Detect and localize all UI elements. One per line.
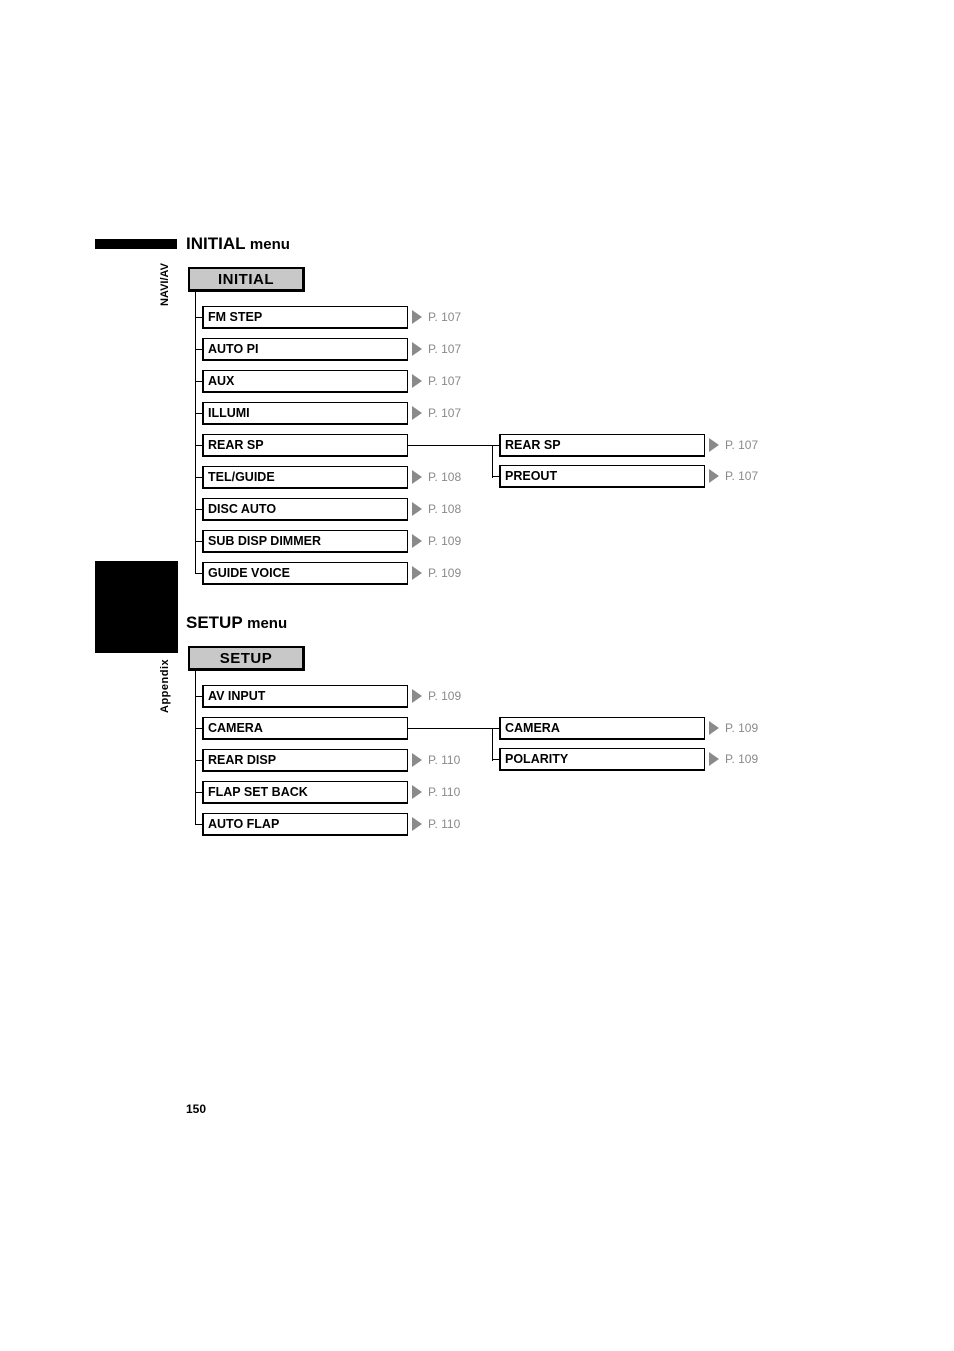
setup-item-box: CAMERA <box>202 717 408 740</box>
setup-submenu-item-box: POLARITY <box>499 748 705 771</box>
setup-page-ref: P. 109 <box>412 689 461 703</box>
initial-page-ref: P. 108 <box>412 470 461 484</box>
page-ref-text: P. 107 <box>428 310 462 324</box>
setup-page-ref: P. 110 <box>412 817 460 831</box>
page-ref-text: P. 109 <box>428 566 462 580</box>
setup-page-ref: P. 110 <box>412 753 460 767</box>
right-triangle-icon <box>412 817 422 831</box>
initial-tree-trunk <box>195 292 196 574</box>
initial-submenu-page-ref: P. 107 <box>709 438 758 452</box>
initial-page-ref: P. 109 <box>412 566 461 580</box>
right-triangle-icon <box>412 406 422 420</box>
appendix-tab-block <box>95 561 178 653</box>
initial-page-ref: P. 109 <box>412 534 461 548</box>
right-triangle-icon <box>709 438 719 452</box>
side-tab-navi-av: NAVI/AV <box>159 263 171 306</box>
page-ref-text: P. 107 <box>428 374 462 388</box>
initial-page-ref: P. 107 <box>412 374 461 388</box>
right-triangle-icon <box>412 470 422 484</box>
initial-item-box: ILLUMI <box>202 402 408 425</box>
right-triangle-icon <box>412 689 422 703</box>
page-ref-text: P. 107 <box>725 469 759 483</box>
initial-submenu-page-ref: P. 107 <box>709 469 758 483</box>
page-ref-text: P. 110 <box>428 817 461 831</box>
initial-item-box: GUIDE VOICE <box>202 562 408 585</box>
right-triangle-icon <box>412 374 422 388</box>
initial-item-box: AUX <box>202 370 408 393</box>
initial-item-box: REAR SP <box>202 434 408 457</box>
setup-submenu-item-box: CAMERA <box>499 717 705 740</box>
right-triangle-icon <box>412 534 422 548</box>
initial-page-ref: P. 108 <box>412 502 461 516</box>
setup-root-box: SETUP <box>188 646 305 671</box>
initial-page-ref: P. 107 <box>412 406 461 420</box>
initial-page-ref: P. 107 <box>412 310 461 324</box>
setup-heading-title: SETUP <box>186 613 243 632</box>
initial-item-box: SUB DISP DIMMER <box>202 530 408 553</box>
right-triangle-icon <box>709 752 719 766</box>
initial-item-box: TEL/GUIDE <box>202 466 408 489</box>
setup-menu-heading: SETUP menu <box>186 613 287 633</box>
setup-submenu-connector <box>408 728 492 729</box>
page-ref-text: P. 108 <box>428 502 462 516</box>
initial-page-ref: P. 107 <box>412 342 461 356</box>
page-ref-text: P. 110 <box>428 753 461 767</box>
page-ref-text: P. 108 <box>428 470 462 484</box>
initial-menu-heading: INITIAL menu <box>186 234 290 254</box>
setup-item-box: AV INPUT <box>202 685 408 708</box>
initial-item-box: DISC AUTO <box>202 498 408 521</box>
setup-item-box: REAR DISP <box>202 749 408 772</box>
setup-tree-trunk <box>195 671 196 825</box>
initial-submenu-connector <box>408 445 492 446</box>
right-triangle-icon <box>412 566 422 580</box>
initial-heading-title: INITIAL <box>186 234 246 253</box>
right-triangle-icon <box>412 785 422 799</box>
initial-heading-suffix: menu <box>249 236 290 253</box>
setup-page-ref: P. 110 <box>412 785 460 799</box>
right-triangle-icon <box>412 502 422 516</box>
page-ref-text: P. 107 <box>428 406 462 420</box>
section-tab-bar <box>95 239 177 249</box>
right-triangle-icon <box>709 469 719 483</box>
page-ref-text: P. 107 <box>428 342 462 356</box>
setup-submenu-page-ref: P. 109 <box>709 752 758 766</box>
setup-item-box: AUTO FLAP <box>202 813 408 836</box>
initial-root-box: INITIAL <box>188 267 305 292</box>
initial-item-box: AUTO PI <box>202 338 408 361</box>
page-ref-text: P. 109 <box>428 534 462 548</box>
right-triangle-icon <box>709 721 719 735</box>
initial-submenu-item-box: REAR SP <box>499 434 705 457</box>
page-ref-text: P. 107 <box>725 438 759 452</box>
setup-item-box: FLAP SET BACK <box>202 781 408 804</box>
initial-submenu-trunk <box>492 445 493 478</box>
setup-heading-suffix: menu <box>247 615 288 632</box>
page-ref-text: P. 109 <box>428 689 462 703</box>
page-number: 150 <box>186 1102 207 1116</box>
setup-submenu-page-ref: P. 109 <box>709 721 758 735</box>
page-ref-text: P. 109 <box>725 752 759 766</box>
right-triangle-icon <box>412 310 422 324</box>
setup-submenu-trunk <box>492 728 493 761</box>
page-ref-text: P. 109 <box>725 721 759 735</box>
initial-item-box: FM STEP <box>202 306 408 329</box>
initial-submenu-item-box: PREOUT <box>499 465 705 488</box>
right-triangle-icon <box>412 753 422 767</box>
right-triangle-icon <box>412 342 422 356</box>
page-ref-text: P. 110 <box>428 785 461 799</box>
side-tab-appendix: Appendix <box>159 658 171 713</box>
